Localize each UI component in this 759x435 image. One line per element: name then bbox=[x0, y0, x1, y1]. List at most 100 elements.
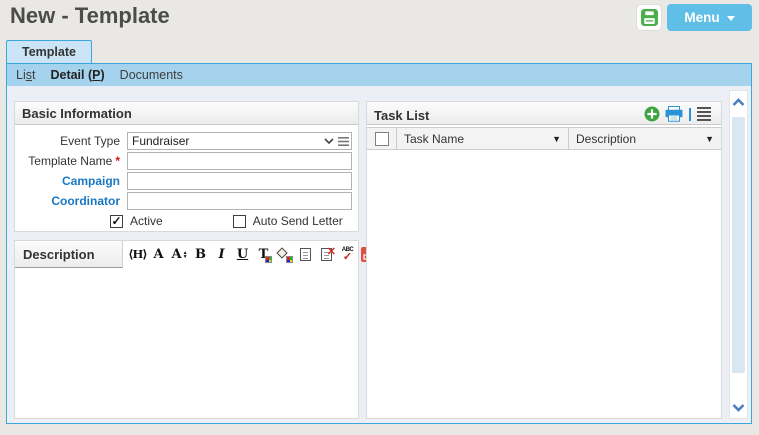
paste-document-icon[interactable] bbox=[296, 245, 315, 264]
scrollbar-thumb[interactable] bbox=[732, 117, 745, 373]
column-header-task-name[interactable]: Task Name ▼ bbox=[397, 128, 569, 149]
icon-glyph: A bbox=[153, 247, 164, 262]
heading-icon[interactable]: ⟨H⟩ bbox=[128, 245, 147, 264]
template-name-field-wrap bbox=[127, 151, 352, 170]
label-part: Documents bbox=[119, 68, 183, 82]
plus-circle-icon bbox=[644, 106, 660, 122]
basic-information-header: Basic Information bbox=[15, 102, 358, 125]
save-icon bbox=[640, 9, 658, 26]
description-title: Description bbox=[15, 241, 123, 268]
active-checkbox[interactable]: ✓ bbox=[110, 213, 123, 228]
lookup-list-icon[interactable] bbox=[337, 136, 350, 147]
description-editor[interactable] bbox=[15, 268, 358, 418]
basic-information-form: Event Type Template Name* Campaign bbox=[15, 125, 358, 228]
required-asterisk: * bbox=[115, 153, 120, 168]
divider bbox=[689, 107, 691, 121]
check-glyph: ✓ bbox=[342, 251, 353, 263]
column-header-description[interactable]: Description ▼ bbox=[569, 128, 721, 149]
campaign-input[interactable] bbox=[127, 171, 352, 190]
coordinator-link-label[interactable]: Coordinator bbox=[15, 194, 127, 208]
add-task-button[interactable] bbox=[644, 106, 660, 122]
submenu-item-detail[interactable]: Detail (P) bbox=[50, 68, 104, 82]
filter-dropdown-icon[interactable]: ▼ bbox=[705, 134, 714, 144]
menu-button-label: Menu bbox=[684, 10, 720, 25]
underline-icon[interactable]: U bbox=[233, 245, 252, 264]
vertical-scrollbar bbox=[729, 90, 748, 419]
italic-icon[interactable]: I bbox=[212, 245, 231, 264]
submenu-bar: List Detail (P) Documents bbox=[7, 64, 751, 86]
print-button[interactable] bbox=[665, 106, 683, 122]
content-area: Basic Information Event Type Template Na… bbox=[7, 86, 751, 423]
save-button[interactable] bbox=[636, 4, 662, 31]
chevron-down-icon[interactable] bbox=[324, 137, 334, 144]
label-part: ) bbox=[100, 68, 105, 82]
scroll-up-button[interactable] bbox=[730, 93, 747, 111]
label-part: t bbox=[31, 68, 36, 82]
campaign-row: Campaign bbox=[15, 171, 355, 190]
event-type-select[interactable] bbox=[127, 131, 352, 150]
text-color-icon[interactable]: T bbox=[254, 245, 273, 264]
font-name-icon[interactable]: A bbox=[149, 245, 168, 264]
label-part: Detail ( bbox=[50, 68, 93, 82]
task-list-actions bbox=[644, 106, 714, 122]
chevron-up-icon bbox=[732, 97, 745, 106]
active-label: Active bbox=[130, 214, 163, 228]
access-key: P bbox=[92, 68, 101, 82]
label-text: Template Name bbox=[28, 153, 113, 168]
document-glyph bbox=[300, 248, 311, 261]
red-x-glyph: ✕ bbox=[326, 246, 336, 258]
bold-icon[interactable]: B bbox=[191, 245, 210, 264]
column-label: Task Name bbox=[404, 131, 465, 146]
tab-template[interactable]: Template bbox=[6, 40, 92, 63]
submenu-item-list[interactable]: List bbox=[16, 68, 35, 82]
campaign-link-label[interactable]: Campaign bbox=[15, 174, 127, 188]
list-menu-button[interactable] bbox=[697, 107, 711, 121]
remove-format-icon[interactable]: ✕ bbox=[317, 245, 336, 264]
auto-send-letter-checkbox[interactable] bbox=[232, 214, 246, 228]
label-part: Li bbox=[16, 68, 26, 82]
font-size-icon[interactable]: A ▲ ▼ bbox=[170, 245, 189, 264]
color-palette bbox=[265, 256, 272, 263]
chevron-down-icon bbox=[732, 403, 745, 412]
icon-glyph: I bbox=[218, 247, 225, 262]
coordinator-input[interactable] bbox=[127, 191, 352, 210]
content-container: List Detail (P) Documents Basic Informat… bbox=[6, 63, 752, 424]
submenu-item-documents[interactable]: Documents bbox=[120, 68, 183, 82]
template-name-input[interactable] bbox=[127, 151, 352, 170]
task-list-panel: Task List Task Name ▼ Description ▼ bbox=[366, 101, 722, 419]
menu-button[interactable]: Menu bbox=[667, 4, 752, 31]
updown-arrows-icon: ▲ ▼ bbox=[182, 250, 188, 260]
coordinator-field-wrap bbox=[127, 191, 352, 210]
task-list-title: Task List bbox=[374, 107, 430, 123]
richtext-toolbar: ⟨H⟩ A A ▲ ▼ B I U T ✕ ABC ✓ bbox=[123, 241, 378, 268]
printer-icon bbox=[665, 106, 683, 122]
spell-glyph: ABC ✓ bbox=[342, 247, 354, 263]
icon-glyph: B bbox=[195, 247, 206, 262]
spell-check-icon[interactable]: ABC ✓ bbox=[338, 245, 357, 264]
select-all-checkbox[interactable] bbox=[374, 131, 389, 146]
icon-glyph: A bbox=[171, 247, 182, 262]
template-name-row: Template Name * bbox=[15, 151, 355, 170]
basic-information-panel: Basic Information Event Type Template Na… bbox=[14, 101, 359, 232]
task-table-body[interactable] bbox=[367, 150, 721, 418]
color-palette bbox=[286, 256, 293, 263]
filter-dropdown-icon[interactable]: ▼ bbox=[552, 134, 561, 144]
campaign-field-wrap bbox=[127, 171, 352, 190]
task-list-header: Task List bbox=[367, 102, 721, 125]
select-all-cell bbox=[367, 128, 397, 149]
template-name-label: Template Name * bbox=[15, 154, 127, 168]
down-arrow: ▼ bbox=[182, 253, 188, 260]
checkbox-row: ✓ Active Auto Send Letter bbox=[15, 214, 355, 228]
description-panel: Description ⟨H⟩ A A ▲ ▼ B I U T ✕ ABC ✓ bbox=[14, 240, 376, 419]
event-type-field-wrap bbox=[127, 131, 352, 150]
caret-down-icon bbox=[726, 16, 735, 21]
scroll-down-button[interactable] bbox=[730, 398, 747, 416]
icon-glyph: U bbox=[236, 247, 249, 262]
task-table-header: Task Name ▼ Description ▼ bbox=[367, 127, 721, 150]
check-icon: ✓ bbox=[111, 213, 122, 228]
fill-color-icon[interactable] bbox=[275, 245, 294, 264]
column-label: Description bbox=[576, 131, 637, 146]
event-type-label: Event Type bbox=[60, 133, 120, 148]
description-header: Description ⟨H⟩ A A ▲ ▼ B I U T ✕ ABC ✓ bbox=[15, 241, 376, 268]
coordinator-row: Coordinator bbox=[15, 191, 355, 210]
